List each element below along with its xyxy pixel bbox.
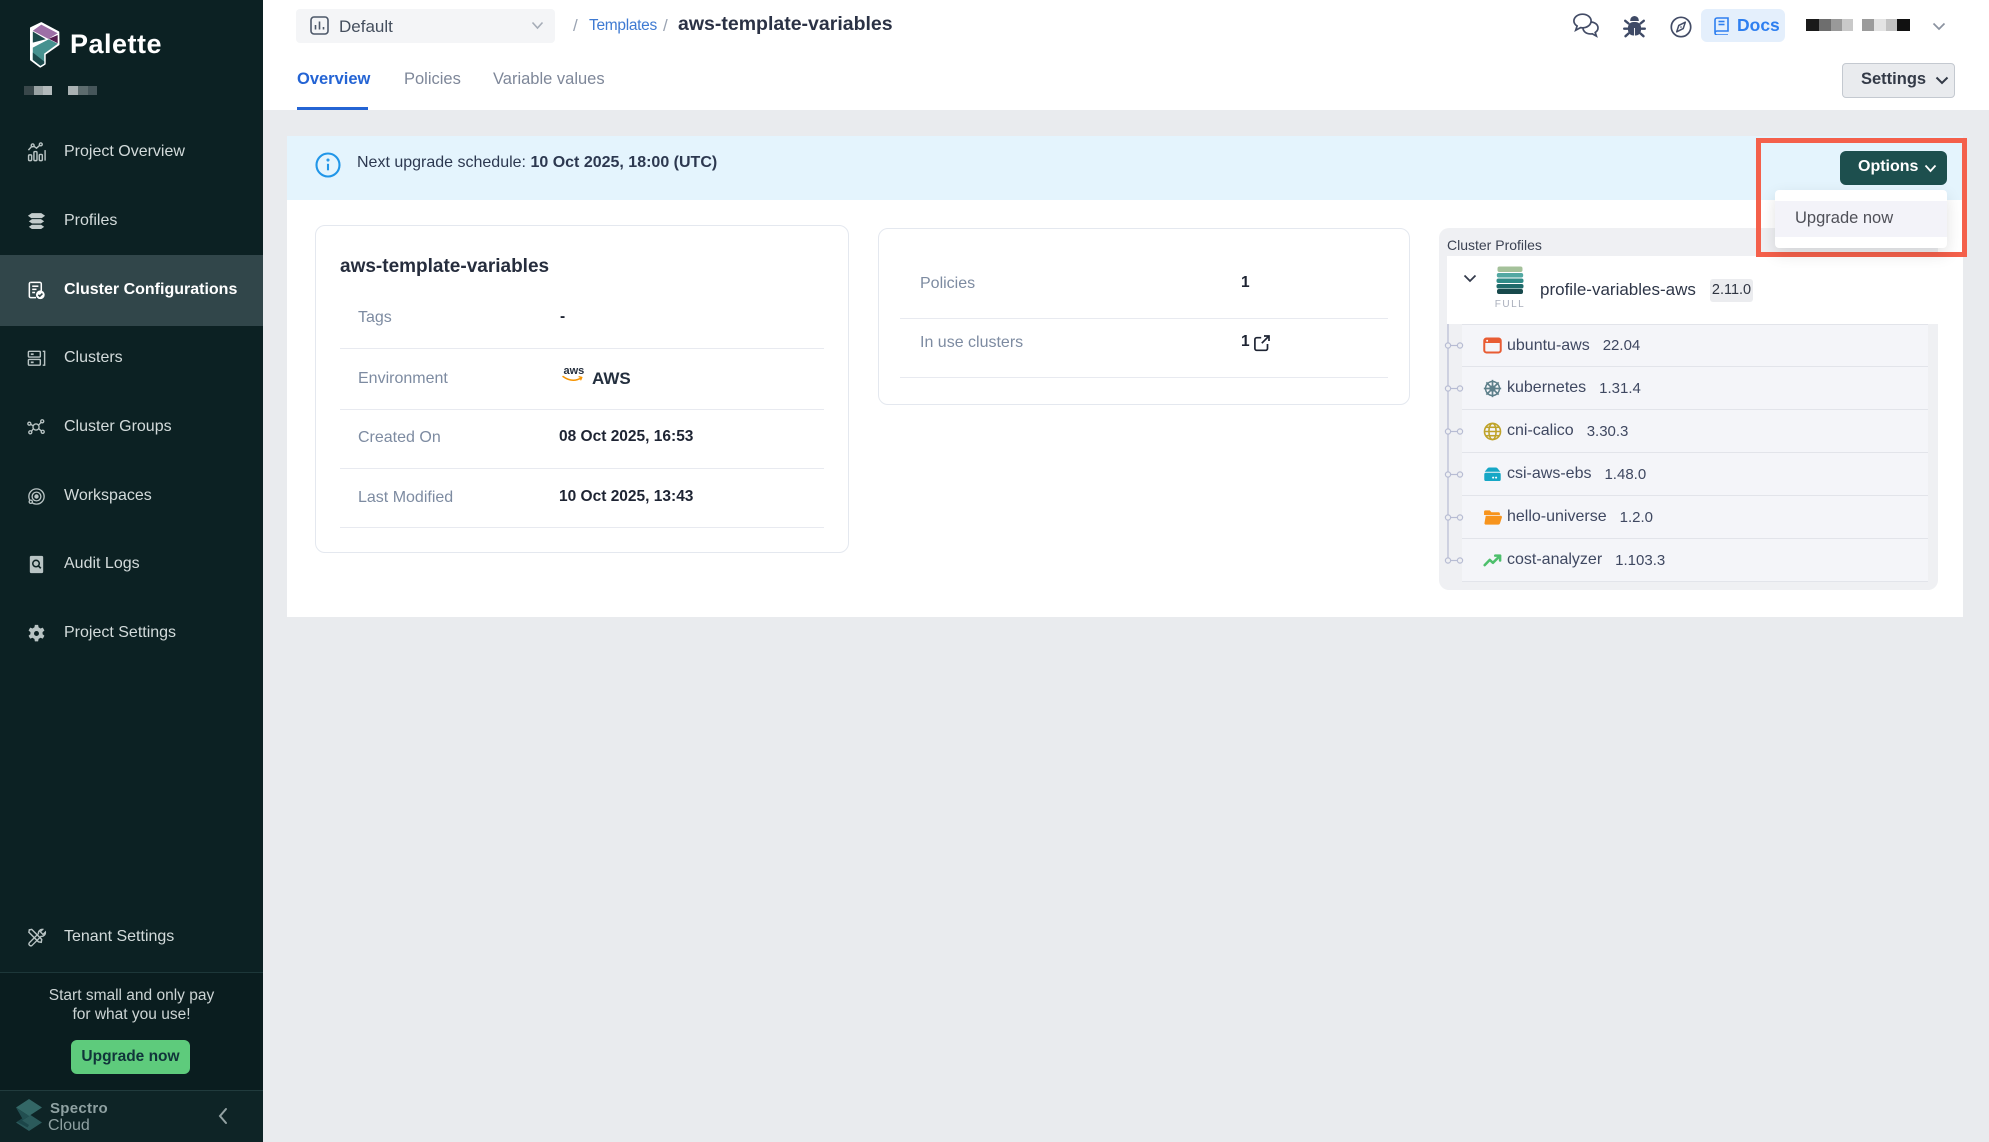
- svg-text:aws: aws: [564, 365, 585, 377]
